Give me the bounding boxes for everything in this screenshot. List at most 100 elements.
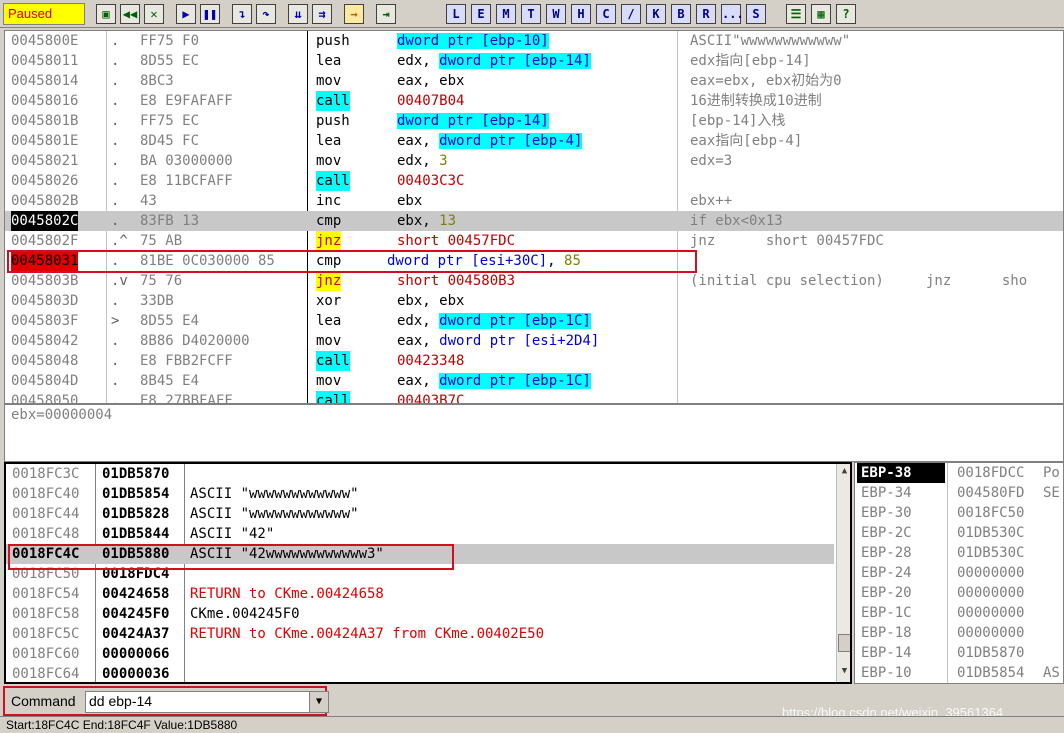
window-button-b[interactable]: B	[671, 4, 691, 24]
instruction-hex: E8 FBB2FCFF	[140, 353, 233, 369]
dump-value: 00424658	[102, 586, 170, 602]
instruction-mnemonic: lea	[316, 53, 342, 69]
instruction-mnemonic: lea	[316, 313, 342, 329]
step-over-button[interactable]: ↷	[256, 4, 276, 24]
disasm-row[interactable]: 0045802C. 83FB 13 cmp ebx, 13 if ebx<0x13	[5, 211, 1063, 231]
instruction-hex: 33DB	[140, 293, 174, 309]
options-button[interactable]: ☰	[786, 4, 806, 24]
window-button-l[interactable]: L	[446, 4, 466, 24]
instruction-address: 00458011	[11, 53, 79, 69]
disasm-row[interactable]: 00458026. E8 11BCFAFF call 00403C3C	[5, 171, 1063, 191]
step-into-button[interactable]: ↴	[232, 4, 252, 24]
disasm-row[interactable]: 00458011. 8D55 EC lea edx, dword ptr [ebp-1…	[5, 51, 1063, 71]
disasm-row[interactable]: 0045803B .v 75 76 jnz short 004580B3 (initial…	[5, 271, 1063, 291]
stack-row[interactable]: EBP-28 01DB530C	[855, 543, 1063, 563]
command-input[interactable]: dd ebp-14	[85, 691, 311, 713]
stack-row[interactable]: EBP-38 0018FDCC Po	[855, 463, 1063, 483]
window-button-h[interactable]: H	[571, 4, 591, 24]
window-button-patches[interactable]: /	[621, 4, 641, 24]
dump-pane[interactable]: 0018FC3C 01DB5870 0018FC40 01DB5854 ASCII "w…	[4, 462, 852, 684]
disasm-row[interactable]: 0045802F .^ 75 AB jnz short 00457FDC jnz shor…	[5, 231, 1063, 251]
disasm-row[interactable]: 0045801E. 8D45 FC lea eax, dword ptr [ebp-4…	[5, 131, 1063, 151]
stack-value: 01DB530C	[957, 545, 1025, 561]
run-button[interactable]: ▶	[176, 4, 196, 24]
stack-row[interactable]: EBP-30 0018FC50	[855, 503, 1063, 523]
dump-scrollbar[interactable]: ▲ ▼	[836, 464, 850, 682]
instruction-operands: dword ptr [ebp-10]	[397, 31, 549, 51]
window-button-e[interactable]: E	[471, 4, 491, 24]
window-button-s[interactable]: S	[746, 4, 766, 24]
disasm-row[interactable]: 00458048. E8 FBB2FCFF call 00423348	[5, 351, 1063, 371]
scrollbar-thumb[interactable]	[838, 634, 850, 652]
disasm-row[interactable]: 00458016. E8 E9FAFAFF call 00407B04 16进制转换成1…	[5, 91, 1063, 111]
stack-row[interactable]: EBP-18 00000000	[855, 623, 1063, 643]
disasm-row[interactable]: 0045802B. 43 inc ebx ebx++	[5, 191, 1063, 211]
instruction-operands: ebx	[397, 191, 422, 211]
pause-button[interactable]: ❚❚	[200, 4, 220, 24]
dump-row[interactable]: 0018FC48 01DB5844 ASCII "42"	[6, 524, 834, 544]
execute-till-return-button[interactable]: →	[344, 4, 364, 24]
stack-row[interactable]: EBP-14 01DB5870	[855, 643, 1063, 663]
dump-row[interactable]: 0018FC54 00424658 RETURN to CKme.00424658	[6, 584, 834, 604]
dump-address: 0018FC54	[12, 586, 80, 602]
stack-row[interactable]: EBP-24 00000000	[855, 563, 1063, 583]
open-button[interactable]: ▣	[96, 4, 116, 24]
disasm-row[interactable]: 0045803D. 33DB xor ebx, ebx	[5, 291, 1063, 311]
disasm-row[interactable]: 00458014. 8BC3 mov eax, ebx eax=ebx, ebx初始为0	[5, 71, 1063, 91]
dump-row[interactable]: 0018FC60 00000066	[6, 644, 834, 664]
instruction-comment: ebx++	[690, 193, 733, 209]
dump-address: 0018FC44	[12, 506, 80, 522]
jump-marker: .	[111, 353, 120, 369]
go-to-button[interactable]: ⇥	[376, 4, 396, 24]
dump-row[interactable]: 0018FC44 01DB5828 ASCII "wwwwwwwwwwww"	[6, 504, 834, 524]
restart-button[interactable]: ◀◀	[120, 4, 140, 24]
stack-offset-label: EBP-1C	[861, 605, 912, 621]
help-button[interactable]: ?	[836, 4, 856, 24]
stack-row[interactable]: EBP-10 01DB5854 AS	[855, 663, 1063, 683]
instruction-operands: eax, dword ptr [ebp-1C]	[397, 371, 591, 391]
stack-offset-label: EBP-2C	[861, 525, 912, 541]
instruction-address: 0045803B	[11, 273, 79, 289]
window-button-m[interactable]: M	[496, 4, 516, 24]
trace-over-button[interactable]: ⇉	[312, 4, 332, 24]
stack-row[interactable]: EBP-20 00000000	[855, 583, 1063, 603]
dump-value: 00424A37	[102, 626, 170, 642]
chevron-down-icon[interactable]: ▼	[309, 691, 329, 713]
window-button-t[interactable]: T	[521, 4, 541, 24]
trace-into-button[interactable]: ⇊	[288, 4, 308, 24]
disassembly-pane[interactable]: 0045800E. FF75 F0 push dword ptr [ebp-10] AS…	[4, 30, 1064, 404]
stack-row[interactable]: EBP-34 004580FD SE	[855, 483, 1063, 503]
dump-row[interactable]: 0018FC5C 00424A37 RETURN to CKme.00424A37 …	[6, 624, 834, 644]
window-button-c[interactable]: C	[596, 4, 616, 24]
stack-pane[interactable]: EBP-38 0018FDCC Po EBP-34 004580FD SE EBP-30 00…	[854, 462, 1064, 684]
dump-row[interactable]: 0018FC40 01DB5854 ASCII "wwwwwwwwwwww"	[6, 484, 834, 504]
scroll-down-icon[interactable]: ▼	[837, 666, 850, 680]
disasm-row[interactable]: 00458050. E8 27BBFAFF call 00403B7C	[5, 391, 1063, 404]
instruction-mnemonic: mov	[316, 373, 342, 389]
scroll-up-icon[interactable]: ▲	[837, 466, 850, 480]
close-button[interactable]: ✕	[144, 4, 164, 24]
instruction-address: 00458050	[11, 393, 79, 404]
stack-offset-label: EBP-14	[861, 645, 912, 661]
instruction-address: 00458016	[11, 93, 79, 109]
operand-part: 00423348	[397, 353, 465, 369]
disasm-row[interactable]: 0045804D. 8B45 E4 mov eax, dword ptr [ebp-1…	[5, 371, 1063, 391]
disasm-row[interactable]: 00458042. 8B86 D4020000 mov eax, dword ptr …	[5, 331, 1063, 351]
disasm-row[interactable]: 00458021. BA 03000000 mov edx, 3 edx=3	[5, 151, 1063, 171]
dump-row[interactable]: 0018FC3C 01DB5870	[6, 464, 834, 484]
window-button-k[interactable]: K	[646, 4, 666, 24]
disasm-row[interactable]: 0045800E. FF75 F0 push dword ptr [ebp-10] AS…	[5, 31, 1063, 51]
window-button-r[interactable]: R	[696, 4, 716, 24]
dump-row[interactable]: 0018FC58 004245F0 CKme.004245F0	[6, 604, 834, 624]
window-button-w[interactable]: W	[546, 4, 566, 24]
appearance-button[interactable]: ▦	[811, 4, 831, 24]
window-button-more[interactable]: ...	[721, 4, 744, 24]
stack-row[interactable]: EBP-2C 01DB530C	[855, 523, 1063, 543]
instruction-comment: (initial cpu selection) jnz sho	[690, 273, 1028, 289]
disasm-row[interactable]: 0045801B. FF75 EC push dword ptr [ebp-14] [e…	[5, 111, 1063, 131]
dump-row[interactable]: 0018FC64 00000036	[6, 664, 834, 682]
disasm-row[interactable]: 0045803F >8D55 E4 lea edx, dword ptr [ebp-1…	[5, 311, 1063, 331]
stack-row[interactable]: EBP-1C 00000000	[855, 603, 1063, 623]
instruction-address: 0045802B	[11, 193, 79, 209]
instruction-mnemonic: mov	[316, 153, 342, 169]
